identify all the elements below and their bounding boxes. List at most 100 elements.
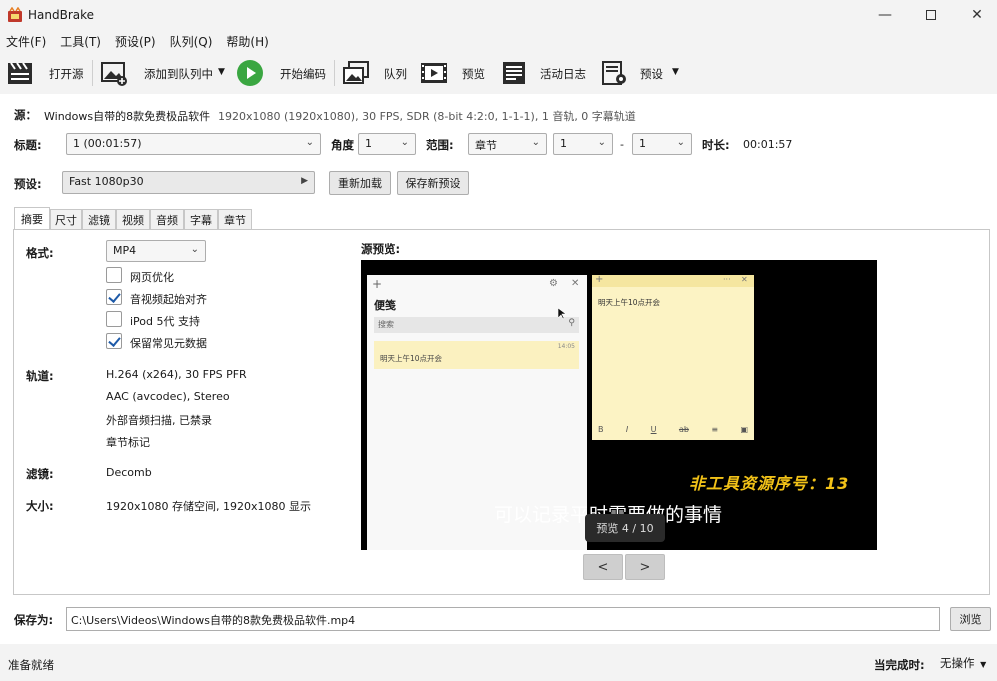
range-start-select[interactable]: 1 ⌄ (553, 133, 613, 155)
format-label: 格式: (26, 246, 54, 260)
status-bar: 准备就绪 当完成时: 无操作 ▼ (0, 644, 997, 681)
activity-log-button[interactable]: 活动日志 (498, 54, 590, 92)
menu-queue[interactable]: 队列(Q) (170, 33, 213, 50)
range-label: 范围: (426, 138, 454, 152)
range-end-select[interactable]: 1 ⌄ (632, 133, 692, 155)
reload-preset-button[interactable]: 重新加载 (329, 171, 391, 195)
preview-button[interactable]: 预览 (418, 54, 490, 92)
tab-dimensions[interactable]: 尺寸 (50, 209, 82, 229)
presets-button[interactable]: 预设 ▼ (598, 54, 688, 92)
chevron-down-icon: ⌄ (597, 137, 606, 148)
tracks-label: 轨道: (26, 369, 54, 383)
format-value: MP4 (113, 244, 137, 257)
chevron-down-icon: ⌄ (400, 137, 409, 148)
duration-label: 时长: (702, 138, 730, 152)
source-label: 源： (14, 108, 37, 122)
presets-label: 预设 (640, 67, 663, 81)
chevron-down-icon: ⌄ (531, 137, 540, 148)
start-encode-button[interactable]: 开始编码 (236, 54, 328, 92)
track-chapters: 章节标记 (106, 436, 150, 449)
search-icon: ⚲ (568, 318, 575, 328)
menu-presets[interactable]: 预设(P) (115, 33, 156, 50)
tab-summary[interactable]: 摘要 (14, 207, 50, 230)
angle-select[interactable]: 1 ⌄ (358, 133, 416, 155)
tab-audio[interactable]: 音频 (150, 209, 184, 229)
when-done-select[interactable]: 无操作 ▼ (940, 655, 994, 673)
tab-filters[interactable]: 滤镜 (82, 209, 116, 229)
track-video: H.264 (x264), 30 FPS PFR (106, 368, 247, 381)
title-label: 标题: (14, 138, 42, 152)
preview-note-editor: + ··· ✕ 明天上午10点开会 B I U ab ≡ ▣ (592, 274, 754, 440)
close-icon: ✕ (971, 7, 983, 23)
chevron-down-icon: ⌄ (190, 244, 199, 255)
queue-label: 队列 (384, 67, 407, 81)
save-as-label: 保存为: (14, 613, 54, 627)
tab-chapters[interactable]: 章节 (218, 209, 252, 229)
web-optimize-checkbox[interactable] (106, 267, 122, 283)
status-text: 准备就绪 (8, 658, 54, 672)
underline-icon: U (650, 425, 657, 434)
plus-icon: + (595, 274, 604, 285)
close-button[interactable]: ✕ (954, 0, 997, 30)
ipod-support-checkbox[interactable] (106, 311, 122, 327)
align-av-checkbox[interactable] (106, 289, 122, 305)
dropdown-arrow-icon: ▼ (980, 660, 987, 669)
clapperboard-icon (8, 62, 32, 84)
web-optimize-label: 网页优化 (130, 271, 174, 284)
browse-button[interactable]: 浏览 (950, 607, 991, 631)
dropdown-arrow-icon[interactable]: ▼ (672, 67, 679, 77)
when-done-label: 当完成时: (874, 658, 925, 672)
open-source-button[interactable]: 打开源 (4, 54, 86, 92)
toolbar-divider (334, 60, 335, 86)
dropdown-arrow-icon[interactable]: ▼ (218, 67, 225, 77)
filters-label: 滤镜: (26, 467, 54, 481)
keep-metadata-checkbox[interactable] (106, 333, 122, 349)
add-to-queue-button[interactable]: 添加到队列中 ▼ (98, 54, 230, 92)
add-image-icon (101, 62, 127, 86)
format-select[interactable]: MP4 ⌄ (106, 240, 206, 262)
add-to-queue-label: 添加到队列中 (144, 67, 213, 81)
preview-next-button[interactable]: > (625, 554, 665, 580)
chevron-right-icon: ▶ (301, 176, 308, 186)
preset-selector[interactable]: Fast 1080p30 ▶ (62, 171, 315, 194)
track-audio-scan: 外部音频扫描, 已禁录 (106, 414, 212, 427)
ipod-support-label: iPod 5代 支持 (130, 315, 201, 328)
preview-search-box: 搜索 ⚲ (374, 317, 579, 333)
range-type-select[interactable]: 章节 ⌄ (468, 133, 547, 155)
maximize-icon (926, 10, 936, 20)
size-label: 大小: (26, 499, 54, 513)
range-dash: - (620, 138, 624, 151)
source-preview-label: 源预览: (361, 242, 401, 256)
chevron-down-icon: ⌄ (676, 137, 685, 148)
preview-watermark: 非工具资源序号：13 (689, 474, 850, 493)
range-type-value: 章节 (475, 139, 497, 152)
keep-metadata-label: 保留常见元数据 (130, 337, 207, 350)
title-select-value: 1 (00:01:57) (73, 137, 142, 150)
queue-button[interactable]: 队列 (340, 54, 412, 92)
menu-help[interactable]: 帮助(H) (226, 33, 268, 50)
title-select[interactable]: 1 (00:01:57) ⌄ (66, 133, 321, 155)
angle-label: 角度 (331, 138, 354, 152)
preset-value: Fast 1080p30 (69, 175, 144, 188)
activity-log-icon (503, 62, 525, 84)
source-name: Windows自带的8款免费极品软件 (44, 110, 211, 123)
maximize-button[interactable] (908, 0, 954, 30)
save-new-preset-button[interactable]: 保存新预设 (397, 171, 469, 195)
align-av-label: 音视频起始对齐 (130, 293, 207, 306)
preview-prev-button[interactable]: < (583, 554, 623, 580)
film-preview-icon (421, 63, 447, 83)
close-icon: ✕ (571, 278, 580, 289)
tab-video[interactable]: 视频 (116, 209, 150, 229)
tab-subtitles[interactable]: 字幕 (184, 209, 218, 229)
preview-format-bar: B I U ab ≡ ▣ (598, 425, 748, 437)
bold-icon: B (598, 425, 604, 434)
presets-gear-icon (602, 61, 626, 85)
menu-tools[interactable]: 工具(T) (60, 33, 101, 50)
handbrake-logo-icon (8, 7, 22, 22)
source-preview-image: + ⚙ ✕ 便笺 搜索 ⚲ 明天上午10点开会 14:05 + ··· ✕ 明天… (361, 260, 877, 550)
menu-file[interactable]: 文件(F) (6, 33, 46, 50)
preview-note-text: 明天上午10点开会 (380, 354, 443, 363)
minimize-button[interactable]: — (862, 0, 908, 30)
play-icon (237, 60, 263, 86)
save-path-input[interactable]: C:\Users\Videos\Windows自带的8款免费极品软件.mp4 (66, 607, 940, 631)
